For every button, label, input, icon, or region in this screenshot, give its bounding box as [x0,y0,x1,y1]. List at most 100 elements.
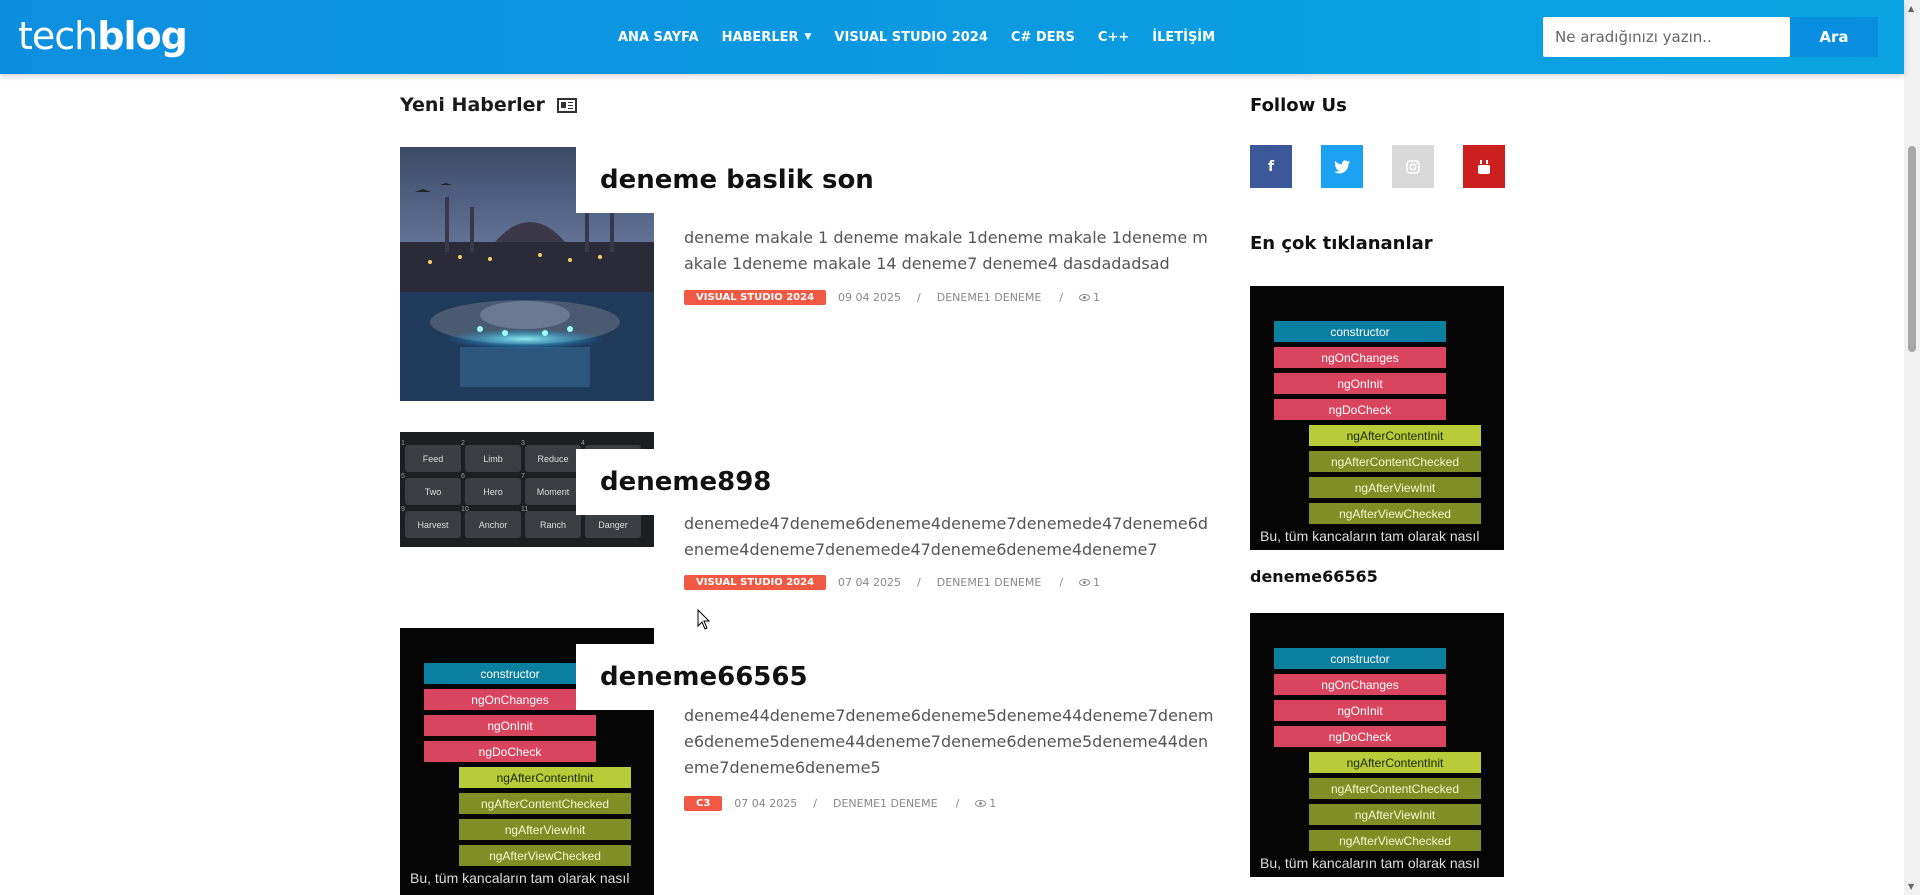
key-label: Feed [422,453,444,464]
view-count: 1 [1093,291,1101,304]
lifecycle-hook-bar: ngAfterViewInit [459,819,631,840]
main-nav: ANA SAYFA HABERLER ▼ VISUAL STUDIO 2024 C… [618,0,1238,74]
nav-item-iletisim[interactable]: İLETİŞİM [1152,30,1215,45]
instagram-icon [1406,159,1420,174]
scroll-thumb[interactable] [1908,146,1916,352]
article-card: 1Feed2Limb3Reduce45Two6Hero7Moment89Harv… [400,432,1220,622]
key-number: 2 [461,440,465,447]
article-date: 07 04 2025 [838,576,902,589]
article-excerpt: deneme makale 1 deneme makale 1deneme ma… [684,228,1208,273]
lifecycle-hook-bar: ngOnInit [424,715,596,736]
key-number: 4 [581,440,585,447]
article-author[interactable]: DENEME1 DENEME [833,797,938,810]
key-label: Hero [483,486,503,497]
nav-item-csharp[interactable]: C# DERS [1011,30,1075,45]
key-label: Ranch [539,519,566,530]
key-number: 7 [521,473,525,480]
search-input[interactable] [1543,17,1790,57]
meta-separator: / [955,797,960,810]
article-title[interactable]: deneme baslik son [576,147,898,213]
search-button[interactable]: Ara [1790,17,1878,57]
key-number: 11 [521,506,529,513]
key-label: Two [424,486,442,497]
meta-separator: / [813,797,817,810]
lifecycle-hook-bar: constructor [1274,321,1446,342]
lifecycle-hook-bar: ngAfterContentInit [1309,752,1481,773]
key-label: Anchor [478,519,508,530]
scroll-up-arrow-icon[interactable]: ▲ [1908,4,1914,13]
facebook-icon: f [1267,158,1275,175]
lifecycle-hook-bar: ngAfterViewChecked [1309,503,1481,524]
page-scrollbar[interactable]: ▲ ▼ [1904,0,1920,895]
article-meta: C3 07 04 2025 / DENEME1 DENEME / 1 [684,796,996,811]
nav-item-visual-studio[interactable]: VISUAL STUDIO 2024 [834,30,987,45]
meta-separator: / [917,291,921,304]
meta-separator: / [1059,576,1064,589]
lifecycle-hook-bar: ngAfterViewChecked [459,845,631,866]
article-title-text: deneme898 [600,467,772,497]
meta-separator: / [917,576,921,589]
facebook-button[interactable]: f [1250,145,1292,188]
keyboard-key: 6 Hero [461,473,521,505]
keyboard-key: 11 Ranch [521,506,581,538]
category-badge[interactable]: VISUAL STUDIO 2024 [684,575,827,590]
nav-label: HABERLER [721,29,799,45]
nav-item-cpp[interactable]: C++ [1098,30,1129,45]
site-header: techblog ANA SAYFA HABERLER ▼ VISUAL STUD… [0,0,1904,74]
eye-icon [1079,579,1091,586]
article-author[interactable]: DENEME1 DENEME [937,576,1042,589]
lifecycle-hook-bar: ngAfterContentInit [1309,425,1481,446]
keyboard-key: 1 Feed [401,440,461,472]
category-badge[interactable]: VISUAL STUDIO 2024 [684,290,827,305]
key-label: Limb [483,453,503,464]
youtube-icon [1478,159,1490,174]
article-date: 07 04 2025 [734,797,798,810]
popular-item-title[interactable]: deneme66565 [1250,567,1378,586]
key-number: 3 [521,440,525,447]
section-title-text: Yeni Haberler [400,94,545,116]
keyboard-key: 12Danger [581,506,641,538]
lifecycle-hook-bar: ngDoCheck [424,741,596,762]
scroll-down-arrow-icon[interactable]: ▼ [1908,882,1914,891]
section-title: Yeni Haberler [400,94,577,116]
instagram-button[interactable] [1392,145,1434,188]
lifecycle-caption: Bu, tüm kancaların tam olarak nasıl [1260,528,1480,544]
nav-label: ANA SAYFA [618,29,699,45]
keyboard-key: 9 Harvest [401,506,461,538]
keyboard-key: 5 Two [401,473,461,505]
eye-icon [975,800,987,807]
youtube-button[interactable] [1463,145,1505,188]
article-title[interactable]: deneme66565 [576,644,832,710]
lifecycle-hook-bar: ngAfterViewInit [1309,804,1481,825]
nav-item-ana-sayfa[interactable]: ANA SAYFA [618,30,699,45]
logo-light-text: tech [18,14,98,58]
article-excerpt: denemede47deneme6deneme4deneme7denemede4… [684,514,1209,559]
logo-bold-text: blog [97,14,188,58]
category-badge[interactable]: C3 [684,796,723,811]
lifecycle-caption: Bu, tüm kancaların tam olarak nasıl [1260,855,1480,871]
article-card: constructor ngOnChanges ngOnInit ngDoCheck n… [400,628,1220,895]
article-meta: VISUAL STUDIO 2024 07 04 2025 / DENEME1 … [684,575,1100,590]
key-number: 9 [401,506,405,513]
site-logo[interactable]: techblog [18,14,188,58]
popular-thumbnail[interactable]: constructor ngOnChanges ngOnInit ngDoCheck n… [1250,286,1504,550]
article-title[interactable]: deneme898 [576,449,796,515]
key-label: Harvest [417,519,449,530]
article-excerpt: deneme44deneme7deneme6deneme5deneme44den… [684,706,1214,777]
article-title-text: deneme baslik son [600,165,874,195]
article-author[interactable]: DENEME1 DENEME [937,291,1042,304]
nav-label: C++ [1097,29,1130,45]
mouse-cursor-icon [697,609,711,630]
key-label: Danger [598,519,628,530]
popular-thumbnail[interactable]: constructor ngOnChanges ngOnInit ngDoCheck n… [1250,613,1504,877]
twitter-button[interactable] [1321,145,1363,188]
lifecycle-hook-bar: ngAfterContentChecked [1309,778,1481,799]
lifecycle-hook-bar: ngOnInit [1274,373,1446,394]
follow-us-title: Follow Us [1250,95,1347,116]
lifecycle-caption: Bu, tüm kancaların tam olarak nasıl [410,870,630,886]
angular-lifecycle-image: constructor ngOnChanges ngOnInit ngDoCheck n… [1250,613,1504,877]
chevron-down-icon: ▼ [804,32,812,42]
nav-item-haberler[interactable]: HABERLER ▼ [722,30,812,45]
keyboard-key: 2 Limb [461,440,521,472]
lifecycle-hook-bar: ngAfterViewInit [1309,477,1481,498]
